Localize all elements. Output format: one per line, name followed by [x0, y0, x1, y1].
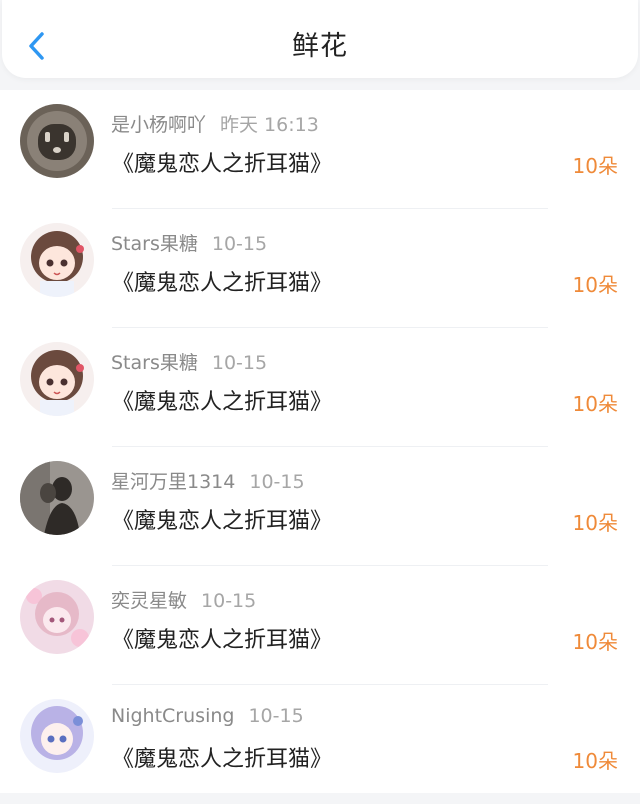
anime-girl-pink-avatar — [20, 580, 94, 654]
list-item[interactable]: Stars果糖 10-15 《魔鬼恋人之折耳猫》 10朵 — [0, 209, 640, 328]
book-title[interactable]: 《魔鬼恋人之折耳猫》 — [112, 146, 332, 178]
username[interactable]: NightCrusing — [111, 705, 234, 727]
record-meta: 是小杨啊吖 昨天 16:13 — [111, 110, 319, 137]
anime-girl-avatar — [20, 223, 94, 297]
book-title[interactable]: 《魔鬼恋人之折耳猫》 — [112, 741, 332, 773]
page-title: 鲜花 — [292, 31, 348, 62]
flower-amount: 10朵 — [572, 154, 618, 178]
avatar[interactable] — [20, 699, 94, 773]
timestamp: 10-15 — [211, 233, 268, 255]
book-title[interactable]: 《魔鬼恋人之折耳猫》 — [112, 622, 332, 654]
outlet-photo-avatar — [20, 104, 94, 178]
flower-amount: 10朵 — [572, 392, 618, 416]
avatar[interactable] — [20, 580, 94, 654]
list-item[interactable]: 星河万里1314 10-15 《魔鬼恋人之折耳猫》 10朵 — [0, 447, 640, 566]
list-item[interactable]: 奕灵星敏 10-15 《魔鬼恋人之折耳猫》 10朵 — [0, 566, 640, 685]
book-title[interactable]: 《魔鬼恋人之折耳猫》 — [112, 384, 332, 416]
flower-amount: 10朵 — [572, 630, 618, 654]
flower-amount: 10朵 — [572, 749, 618, 773]
record-meta: 星河万里1314 10-15 — [111, 467, 305, 494]
username[interactable]: Stars果糖 — [111, 233, 198, 255]
avatar[interactable] — [20, 461, 94, 535]
record-meta: Stars果糖 10-15 — [111, 229, 267, 256]
list-item[interactable]: Stars果糖 10-15 《魔鬼恋人之折耳猫》 10朵 — [0, 328, 640, 447]
app-header: 鲜花 — [2, 0, 638, 78]
username[interactable]: 星河万里1314 — [111, 471, 235, 493]
timestamp: 10-15 — [249, 471, 305, 493]
avatar[interactable] — [20, 223, 94, 297]
timestamp: 10-15 — [201, 590, 257, 612]
flower-amount: 10朵 — [572, 511, 618, 535]
book-title[interactable]: 《魔鬼恋人之折耳猫》 — [112, 503, 332, 535]
timestamp: 10-15 — [248, 705, 304, 727]
silhouette-photo-avatar — [20, 461, 94, 535]
username[interactable]: 是小杨啊吖 — [111, 114, 206, 136]
avatar[interactable] — [20, 342, 94, 416]
record-meta: Stars果糖 10-15 — [111, 348, 267, 375]
anime-girl-lavender-avatar — [20, 699, 94, 773]
username[interactable]: 奕灵星敏 — [111, 590, 187, 612]
list-item[interactable]: 是小杨啊吖 昨天 16:13 《魔鬼恋人之折耳猫》 10朵 — [0, 90, 640, 209]
anime-girl-avatar — [20, 342, 94, 416]
username[interactable]: Stars果糖 — [111, 352, 198, 374]
list-item[interactable]: NightCrusing 10-15 《魔鬼恋人之折耳猫》 10朵 — [0, 685, 640, 804]
avatar[interactable] — [20, 104, 94, 178]
record-meta: NightCrusing 10-15 — [111, 705, 304, 727]
record-meta: 奕灵星敏 10-15 — [111, 586, 256, 613]
flower-record-list: 是小杨啊吖 昨天 16:13 《魔鬼恋人之折耳猫》 10朵 Stars果糖 10-1… — [0, 90, 640, 793]
timestamp: 昨天 16:13 — [220, 114, 319, 136]
flower-amount: 10朵 — [572, 273, 618, 297]
timestamp: 10-15 — [211, 352, 268, 374]
book-title[interactable]: 《魔鬼恋人之折耳猫》 — [112, 265, 332, 297]
